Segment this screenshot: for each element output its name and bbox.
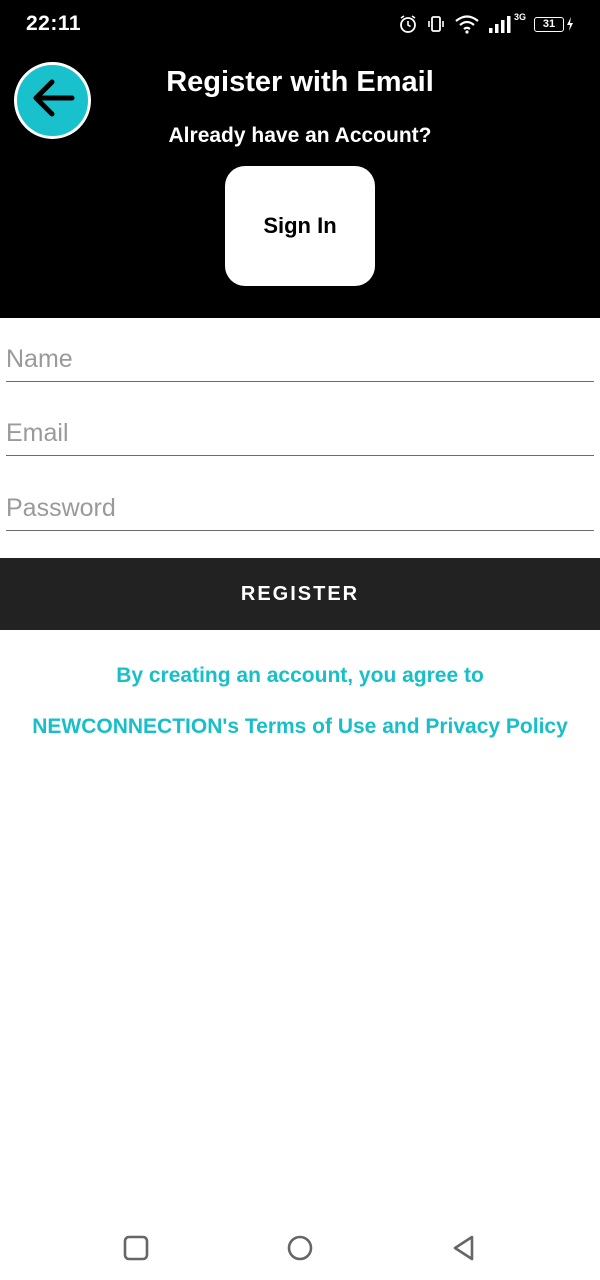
- charging-icon: [566, 17, 574, 31]
- battery-level: 31: [534, 16, 564, 32]
- sign-in-button[interactable]: Sign In: [225, 166, 375, 286]
- home-icon[interactable]: [282, 1230, 318, 1266]
- system-nav-bar: [0, 1210, 600, 1280]
- terms-privacy-link[interactable]: NEWCONNECTION's Terms of Use and Privacy…: [0, 715, 600, 739]
- vibrate-icon: [426, 14, 446, 34]
- signal-icon: [488, 14, 512, 34]
- header: 22:11 3G 31 Register with Email Already …: [0, 0, 600, 318]
- password-input[interactable]: [6, 487, 594, 531]
- email-input[interactable]: [6, 412, 594, 456]
- battery-icon: 31: [534, 16, 574, 32]
- network-type-label: 3G: [513, 12, 526, 22]
- wifi-icon: [454, 14, 480, 34]
- recent-apps-icon[interactable]: [118, 1230, 154, 1266]
- status-time: 22:11: [26, 12, 82, 35]
- alarm-icon: [398, 14, 418, 34]
- status-icons: 3G 31: [398, 12, 574, 34]
- register-screen: 22:11 3G 31 Register with Email Already …: [0, 0, 600, 1280]
- already-have-account-text: Already have an Account?: [168, 124, 432, 147]
- terms-agreement-text: By creating an account, you agree to: [116, 664, 484, 687]
- back-icon[interactable]: [446, 1230, 482, 1266]
- name-input[interactable]: [6, 338, 594, 382]
- status-bar: 22:11 3G 31: [0, 0, 600, 48]
- register-button[interactable]: REGISTER: [0, 558, 600, 630]
- page-title: Register with Email: [166, 66, 434, 98]
